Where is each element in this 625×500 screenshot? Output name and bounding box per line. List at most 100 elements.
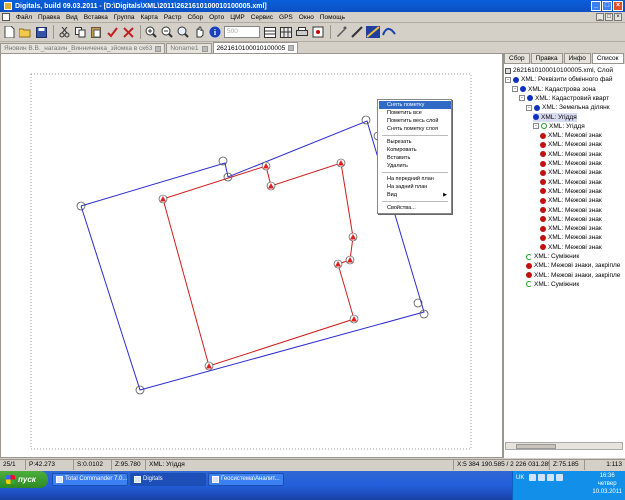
tab-close-icon[interactable]: [201, 45, 208, 52]
tree-item[interactable]: XML: Межові знак: [540, 140, 602, 149]
collapse-toggle-icon[interactable]: -: [526, 104, 532, 111]
ctx-view-submenu[interactable]: Вид ▶: [387, 191, 451, 199]
tree-item[interactable]: XML: Межові знак: [540, 187, 602, 196]
close-button[interactable]: ×: [613, 1, 623, 11]
zoom-out-icon[interactable]: [160, 25, 174, 39]
mdi-minimize-button[interactable]: _: [596, 13, 604, 21]
tree-item[interactable]: - XML: Кадастровий кварт: [519, 94, 609, 103]
boundary-sign[interactable]: [349, 314, 359, 324]
tab-edit[interactable]: Правка: [530, 53, 563, 64]
tree-item[interactable]: XML: Межові знак: [540, 168, 602, 177]
parcel-boundary[interactable]: [80, 120, 425, 391]
task-digitals[interactable]: Digitals: [130, 473, 206, 486]
pan-hand-icon[interactable]: [192, 25, 206, 39]
boundary-sign[interactable]: [333, 259, 343, 269]
boundary-sign[interactable]: [345, 255, 355, 265]
ctx-mark-layer[interactable]: Пометить весь слой: [387, 117, 438, 125]
tool-icon[interactable]: [350, 25, 364, 39]
ctx-paste[interactable]: Вставить: [387, 154, 410, 162]
info-icon[interactable]: i: [208, 25, 222, 39]
table-icon[interactable]: [279, 25, 293, 39]
scrollbar-thumb[interactable]: [516, 444, 556, 449]
tab-survey-document[interactable]: Яновин В.В._нагазин_Винниченка_зйомка в …: [0, 43, 166, 53]
tree-item[interactable]: XML: Суміжник: [526, 252, 579, 261]
check-icon[interactable]: [105, 25, 119, 39]
language-indicator[interactable]: UK: [516, 475, 524, 481]
start-button[interactable]: пуск: [0, 471, 48, 488]
menu-dem[interactable]: ЦМР: [227, 14, 248, 21]
boundary-sign[interactable]: [204, 361, 214, 371]
zoom-extent-icon[interactable]: [176, 25, 190, 39]
boundary-sign[interactable]: [158, 194, 168, 204]
copy-icon[interactable]: [73, 25, 87, 39]
tray-security-icon[interactable]: [556, 474, 563, 481]
maximize-button[interactable]: □: [602, 1, 612, 11]
open-folder-icon[interactable]: [18, 25, 32, 39]
tab-close-icon[interactable]: [288, 45, 295, 51]
paste-icon[interactable]: [89, 25, 103, 39]
tray-network-icon[interactable]: [529, 474, 536, 481]
zoom-in-icon[interactable]: [144, 25, 158, 39]
task-total-commander[interactable]: Total Commander 7.0...: [52, 473, 128, 486]
snap-icon[interactable]: [311, 25, 325, 39]
tree-item[interactable]: XML: Межові знак: [540, 243, 602, 252]
boundary-sign[interactable]: [261, 161, 271, 171]
tab-info[interactable]: Инфо: [563, 53, 591, 64]
tab-list[interactable]: Список: [591, 53, 624, 64]
ctx-cut[interactable]: Вырезать: [387, 138, 411, 146]
collapse-toggle-icon[interactable]: -: [519, 95, 525, 102]
menu-group[interactable]: Группа: [111, 14, 138, 21]
tree-item[interactable]: XML: Межові знаки, закріпле: [526, 271, 620, 280]
boundary-sign[interactable]: [336, 158, 346, 168]
menu-help[interactable]: Помощь: [317, 14, 348, 21]
collapse-toggle-icon[interactable]: -: [512, 86, 518, 93]
delete-icon[interactable]: [121, 25, 135, 39]
tab-close-icon[interactable]: [155, 45, 162, 52]
tree-item[interactable]: XML: Межові знак: [540, 196, 602, 205]
mdi-restore-button[interactable]: □: [605, 13, 613, 21]
minimize-button[interactable]: _: [591, 1, 601, 11]
tree-item[interactable]: XML: Межові знак: [540, 159, 602, 168]
tree-item[interactable]: - XML: Угіддя: [533, 122, 585, 131]
print-icon[interactable]: [295, 25, 309, 39]
menu-gps[interactable]: GPS: [276, 14, 296, 21]
save-icon[interactable]: [34, 25, 48, 39]
ctx-send-back[interactable]: На задний план: [387, 183, 427, 191]
ctx-delete[interactable]: Удалить: [387, 162, 408, 170]
tree-item[interactable]: XML: Межові знак: [540, 150, 602, 159]
tree-item[interactable]: XML: Суміжник: [526, 280, 579, 289]
layer-tree[interactable]: 2621610100010100005.xml, Слой - XML: Рекві…: [505, 66, 624, 436]
layers-icon[interactable]: [263, 25, 277, 39]
raster-icon[interactable]: [366, 25, 380, 39]
tree-item[interactable]: XML: Межові знак: [540, 206, 602, 215]
menu-raster[interactable]: Растр: [161, 14, 185, 21]
mdi-close-button[interactable]: ×: [614, 13, 622, 21]
ctx-copy[interactable]: Копировать: [387, 146, 417, 154]
menu-collect[interactable]: Сбор: [184, 14, 206, 21]
tree-item[interactable]: XML: Межові знак: [540, 215, 602, 224]
tree-item[interactable]: XML: Межові знак: [540, 233, 602, 242]
ctx-unmark[interactable]: Снять пометку: [379, 101, 451, 109]
menu-map[interactable]: Карта: [138, 14, 161, 21]
menu-edit[interactable]: Правка: [35, 14, 63, 21]
tree-item[interactable]: - XML: Реквізити обмінного фай: [505, 75, 613, 84]
boundary-sign[interactable]: [348, 232, 358, 242]
tree-item[interactable]: XML: Угіддя: [533, 112, 577, 122]
menu-ortho[interactable]: Орто: [206, 14, 227, 21]
tab-collect[interactable]: Сбор: [504, 53, 530, 64]
tab-xml-document[interactable]: 2621610100010100005: [212, 42, 299, 53]
tray-app-icon[interactable]: [547, 474, 554, 481]
menu-service[interactable]: Сервис: [248, 14, 276, 21]
ctx-properties[interactable]: Свойства...: [387, 204, 416, 212]
clock[interactable]: 16:36 четвер 10.03.2011: [592, 472, 622, 496]
zoom-value-field[interactable]: 500: [224, 26, 260, 38]
ctx-mark-all[interactable]: Пометить все: [387, 109, 422, 117]
task-geosystem[interactable]: Геосистема\Аналит...: [208, 473, 284, 486]
curve-icon[interactable]: [382, 25, 396, 39]
menu-window[interactable]: Окно: [296, 14, 317, 21]
tree-item[interactable]: XML: Межові знаки, закріпле: [526, 261, 620, 270]
new-file-icon[interactable]: [2, 25, 16, 39]
land-use-boundary[interactable]: [162, 162, 355, 367]
cut-icon[interactable]: [57, 25, 71, 39]
tree-item[interactable]: - XML: Кадастрова зона: [512, 85, 596, 94]
